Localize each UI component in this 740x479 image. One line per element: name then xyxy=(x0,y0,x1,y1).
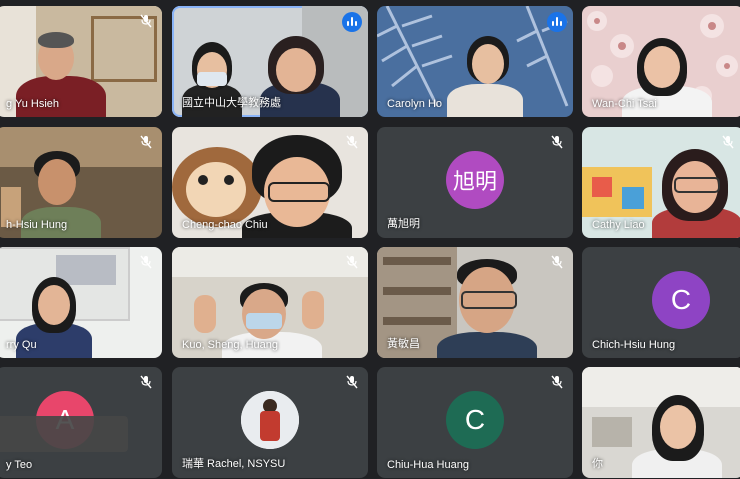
participant-name: g Yu Hsieh xyxy=(6,98,60,110)
participant-tile[interactable]: C Chich-Hsiu Hung xyxy=(582,247,740,358)
participant-tile[interactable]: Cathy Liao xyxy=(582,127,740,238)
participant-name: 國立中山大學教務處 xyxy=(182,97,281,109)
participant-name: rry Qu xyxy=(6,339,37,351)
participant-name: y Teo xyxy=(6,459,33,471)
mic-off-icon xyxy=(346,135,358,149)
participant-name: Kuo, Sheng, Huang xyxy=(182,339,279,351)
notification-popup[interactable] xyxy=(0,416,128,452)
participant-tile-self[interactable]: 你 xyxy=(582,367,740,478)
participant-tile[interactable]: 旭明 萬旭明 xyxy=(377,127,573,238)
participant-name: Cheng-chao Chiu xyxy=(182,219,268,231)
participant-tile[interactable]: Wan-Chi Tsai xyxy=(582,6,740,117)
participant-name: 黃敏昌 xyxy=(387,338,420,350)
participant-tile[interactable]: Kuo, Sheng, Huang xyxy=(172,247,368,358)
participant-tile[interactable]: 國立中山大學教務處 xyxy=(172,6,368,117)
participant-name: 你 xyxy=(592,458,603,470)
participant-tile[interactable]: g Yu Hsieh xyxy=(0,6,162,117)
participant-name: Chich-Hsiu Hung xyxy=(592,339,676,351)
participant-tile[interactable]: 瑞華 Rachel, NSYSU xyxy=(172,367,368,478)
participant-tile[interactable]: h-Hsiu Hung xyxy=(0,127,162,238)
video-feed xyxy=(582,367,740,478)
mic-off-icon xyxy=(140,14,152,28)
mic-off-icon xyxy=(346,375,358,389)
speaking-indicator-icon xyxy=(342,12,362,32)
mic-off-icon xyxy=(551,255,563,269)
mic-off-icon xyxy=(140,375,152,389)
participant-tile[interactable]: Cheng-chao Chiu xyxy=(172,127,368,238)
participant-tile[interactable]: Carolyn Ho xyxy=(377,6,573,117)
mic-off-icon xyxy=(140,135,152,149)
participant-name: Carolyn Ho xyxy=(387,98,443,110)
mic-off-icon xyxy=(551,375,563,389)
participant-name: 瑞華 Rachel, NSYSU xyxy=(182,458,286,470)
speaking-indicator-icon xyxy=(547,12,567,32)
participant-name: 萬旭明 xyxy=(387,218,420,230)
avatar: 旭明 xyxy=(446,151,504,209)
participant-name: Cathy Liao xyxy=(592,219,645,231)
mic-off-icon xyxy=(346,255,358,269)
participant-name: Chiu-Hua Huang xyxy=(387,459,469,471)
participant-name: Wan-Chi Tsai xyxy=(592,98,657,110)
participant-name: h-Hsiu Hung xyxy=(6,219,68,231)
participant-tile[interactable]: C Chiu-Hua Huang xyxy=(377,367,573,478)
mic-off-icon xyxy=(722,135,734,149)
mic-off-icon xyxy=(140,255,152,269)
participant-tile[interactable]: 黃敏昌 xyxy=(377,247,573,358)
avatar xyxy=(241,391,299,449)
avatar: C xyxy=(446,391,504,449)
avatar: C xyxy=(652,271,710,329)
participant-tile[interactable]: rry Qu xyxy=(0,247,162,358)
mic-off-icon xyxy=(551,135,563,149)
